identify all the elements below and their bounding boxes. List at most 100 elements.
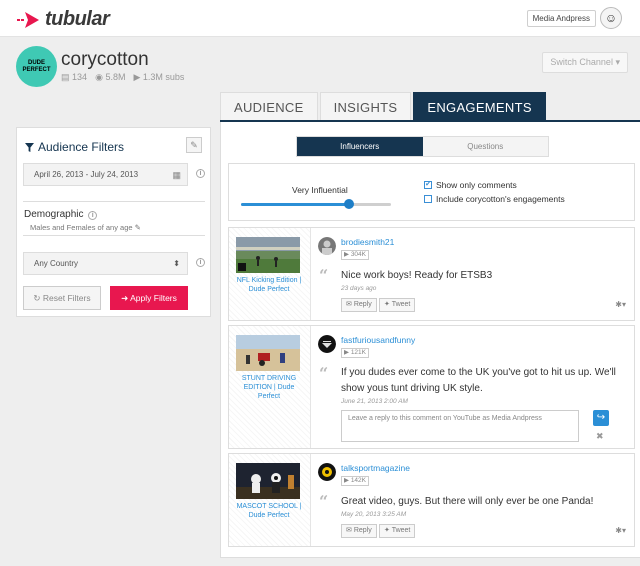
- gear-icon[interactable]: ✱▾: [615, 300, 626, 309]
- video-count: ▤ 134: [61, 72, 87, 83]
- reset-filters-button[interactable]: ↻ Reset Filters: [23, 286, 101, 310]
- video-thumbnail[interactable]: [236, 335, 300, 371]
- comment-text: Great video, guys. But there will only e…: [341, 496, 594, 507]
- info-icon[interactable]: i: [88, 211, 98, 220]
- commenter-avatar[interactable]: [318, 335, 336, 353]
- close-icon[interactable]: ✖: [596, 431, 604, 442]
- engagements-panel: Influencers Questions Very Influential ✔…: [220, 122, 640, 558]
- info-icon[interactable]: i: [196, 169, 205, 178]
- reply-label: Reply: [353, 527, 372, 534]
- chevron-down-icon: ▾: [615, 57, 620, 67]
- filters-title: Audience Filters: [25, 140, 124, 154]
- reply-button[interactable]: ✉ Reply: [341, 524, 377, 538]
- influence-slider-handle[interactable]: [344, 199, 354, 209]
- demographic-value-text: Males and Females of any age: [30, 223, 133, 232]
- demographic-label: Demographic i: [24, 209, 98, 220]
- video-thumbnail[interactable]: [236, 237, 300, 273]
- play-icon: ▶: [344, 251, 349, 258]
- toggle-questions[interactable]: Questions: [422, 137, 548, 156]
- date-range-value: April 26, 2013 - July 24, 2013: [34, 170, 139, 179]
- divider: [23, 201, 205, 202]
- apply-filters-label: Apply Filters: [130, 293, 177, 303]
- video-title-link[interactable]: MASCOT SCHOOL | Dude Perfect: [233, 502, 305, 520]
- quote-icon: “: [319, 266, 329, 285]
- video-info: MASCOT SCHOOL | Dude Perfect: [229, 454, 311, 546]
- show-only-comments-label: Show only comments: [436, 180, 517, 190]
- tweet-label: Tweet: [391, 301, 411, 308]
- share-icon[interactable]: ↪: [593, 410, 609, 426]
- influence-slider-fill: [241, 203, 349, 206]
- include-own-option[interactable]: Include corycotton's engagements: [424, 194, 565, 204]
- account-menu[interactable]: Media Andpress ☺: [526, 7, 622, 29]
- commenter-name[interactable]: talksportmagazine: [341, 463, 410, 473]
- video-title-link[interactable]: NFL Kicking Edition | Dude Perfect: [233, 276, 305, 294]
- video-thumbnail[interactable]: [236, 463, 300, 499]
- comment-date: June 21, 2013 2:00 AM: [341, 398, 408, 405]
- audience-filters-panel: Audience Filters ✎ April 26, 2013 - July…: [16, 127, 211, 317]
- view-count-value: 5.8M: [105, 72, 126, 82]
- comment-date: May 20, 2013 3:25 AM: [341, 511, 407, 518]
- sub-count: ▶ 1.3M subs: [133, 72, 184, 83]
- pin-icon[interactable]: ✎: [186, 137, 202, 153]
- switch-channel-button[interactable]: Switch Channel ▾: [542, 52, 628, 73]
- channel-avatar-text: DUDE PERFECT: [22, 59, 51, 73]
- reply-label: Reply: [353, 301, 372, 308]
- video-info: STUNT DRIVING EDITION | Dude Perfect: [229, 326, 311, 448]
- comment-card: MASCOT SCHOOL | Dude Perfect talksportma…: [228, 453, 635, 547]
- reply-icon: ✉: [346, 527, 352, 534]
- checkbox-unchecked-icon[interactable]: [424, 195, 432, 203]
- logo-text: tubular: [45, 8, 110, 30]
- tab-audience[interactable]: AUDIENCE: [220, 92, 318, 120]
- tab-engagements[interactable]: ENGAGEMENTS: [413, 92, 546, 120]
- account-avatar[interactable]: ☺: [600, 7, 622, 29]
- checkbox-checked-icon[interactable]: ✔: [424, 181, 432, 189]
- comment-text: If you dudes ever come to the UK you've …: [341, 367, 616, 394]
- demographic-value[interactable]: Males and Females of any age ✎: [30, 223, 141, 232]
- view-count: ◉ 5.8M: [95, 72, 125, 83]
- tab-insights[interactable]: INSIGHTS: [319, 92, 412, 120]
- tweet-label: Tweet: [391, 527, 411, 534]
- twitter-icon: ✦: [384, 527, 390, 534]
- country-select[interactable]: Any Country ⬍: [23, 252, 188, 275]
- film-icon: ▤: [61, 72, 70, 82]
- date-range-picker[interactable]: April 26, 2013 - July 24, 2013 ▦: [23, 163, 188, 186]
- comment-card: STUNT DRIVING EDITION | Dude Perfect fas…: [228, 325, 635, 449]
- commenter-name[interactable]: brodiesmith21: [341, 237, 394, 247]
- toggle-influencers[interactable]: Influencers: [297, 137, 423, 156]
- commenter-subs: ▶ 304K: [341, 250, 369, 260]
- arrow-right-icon: ➜: [121, 293, 129, 303]
- gear-icon[interactable]: ✱▾: [615, 526, 626, 535]
- select-caret-icon: ⬍: [173, 259, 180, 268]
- show-only-comments-option[interactable]: ✔ Show only comments: [424, 180, 517, 190]
- influence-slider[interactable]: [241, 199, 391, 209]
- video-count-value: 134: [72, 72, 88, 82]
- eye-icon: ◉: [95, 72, 103, 82]
- reply-button[interactable]: ✉ Reply: [341, 298, 377, 312]
- commenter-avatar[interactable]: [318, 463, 336, 481]
- influence-label: Very Influential: [292, 185, 348, 195]
- tweet-button[interactable]: ✦ Tweet: [379, 524, 416, 538]
- play-icon: ▶: [133, 72, 141, 82]
- commenter-avatar[interactable]: [318, 237, 336, 255]
- account-name[interactable]: Media Andpress: [526, 9, 596, 27]
- video-info: NFL Kicking Edition | Dude Perfect: [229, 228, 311, 320]
- video-title-link[interactable]: STUNT DRIVING EDITION | Dude Perfect: [233, 374, 305, 401]
- pencil-icon[interactable]: ✎: [135, 223, 141, 232]
- quote-icon: “: [319, 492, 329, 511]
- channel-avatar: DUDE PERFECT: [16, 46, 57, 87]
- influence-controls: Very Influential ✔ Show only comments In…: [228, 163, 635, 221]
- top-bar: tubular Media Andpress ☺: [0, 0, 640, 37]
- reply-textarea[interactable]: Leave a reply to this comment on YouTube…: [341, 410, 579, 442]
- filter-icon: [25, 142, 34, 152]
- tweet-button[interactable]: ✦ Tweet: [379, 298, 416, 312]
- reset-filters-label: Reset Filters: [42, 293, 91, 303]
- twitter-icon: ✦: [384, 301, 390, 308]
- info-icon[interactable]: i: [196, 258, 205, 267]
- commenter-name[interactable]: fastfuriousandfunny: [341, 335, 415, 345]
- logo[interactable]: tubular: [17, 8, 110, 31]
- apply-filters-button[interactable]: ➜ Apply Filters: [110, 286, 188, 310]
- include-own-label: Include corycotton's engagements: [436, 194, 565, 204]
- influencers-questions-toggle: Influencers Questions: [296, 136, 549, 157]
- refresh-icon: ↻: [33, 293, 41, 303]
- comment-date: 23 days ago: [341, 285, 377, 292]
